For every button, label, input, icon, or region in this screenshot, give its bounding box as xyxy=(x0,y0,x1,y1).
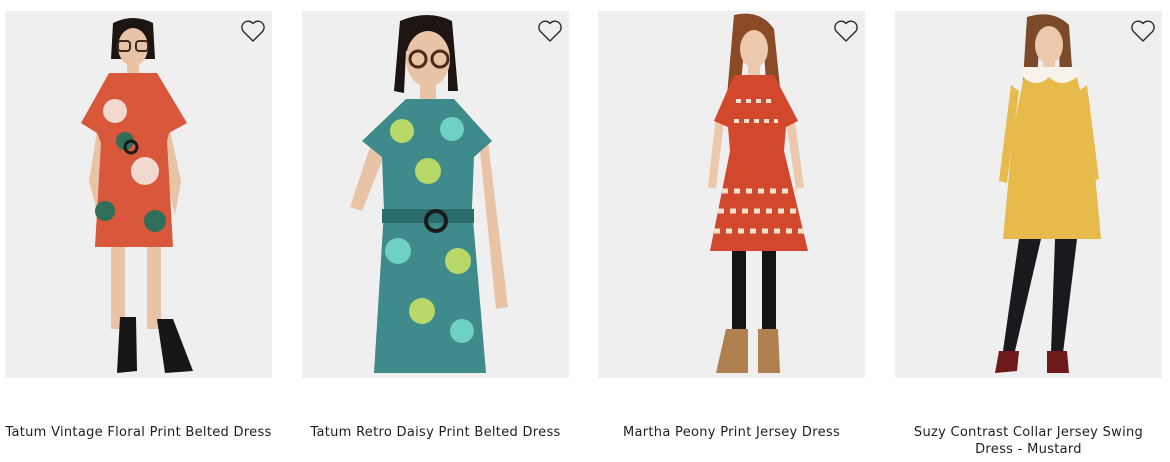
product-title[interactable]: Martha Peony Print Jersey Dress xyxy=(598,424,865,441)
wishlist-heart-icon[interactable] xyxy=(1130,19,1156,43)
product-title[interactable]: Tatum Retro Daisy Print Belted Dress xyxy=(302,424,569,441)
product-image[interactable] xyxy=(302,11,569,378)
product-card: Martha Peony Print Jersey Dress xyxy=(598,0,865,462)
product-card: Tatum Vintage Floral Print Belted Dress xyxy=(5,0,272,462)
model-illustration xyxy=(895,11,1162,378)
model-illustration xyxy=(598,11,865,378)
wishlist-heart-icon[interactable] xyxy=(240,19,266,43)
wishlist-heart-icon[interactable] xyxy=(537,19,563,43)
product-grid: Tatum Vintage Floral Print Belted Dress xyxy=(0,0,1170,462)
model-illustration xyxy=(5,11,272,378)
product-card: Suzy Contrast Collar Jersey Swing Dress … xyxy=(895,0,1162,462)
product-card: Tatum Retro Daisy Print Belted Dress xyxy=(302,0,569,462)
wishlist-heart-icon[interactable] xyxy=(833,19,859,43)
product-image[interactable] xyxy=(5,11,272,378)
product-image[interactable] xyxy=(598,11,865,378)
model-illustration xyxy=(302,11,569,378)
product-title[interactable]: Tatum Vintage Floral Print Belted Dress xyxy=(5,424,272,441)
product-title[interactable]: Suzy Contrast Collar Jersey Swing Dress … xyxy=(895,424,1162,458)
product-image[interactable] xyxy=(895,11,1162,378)
